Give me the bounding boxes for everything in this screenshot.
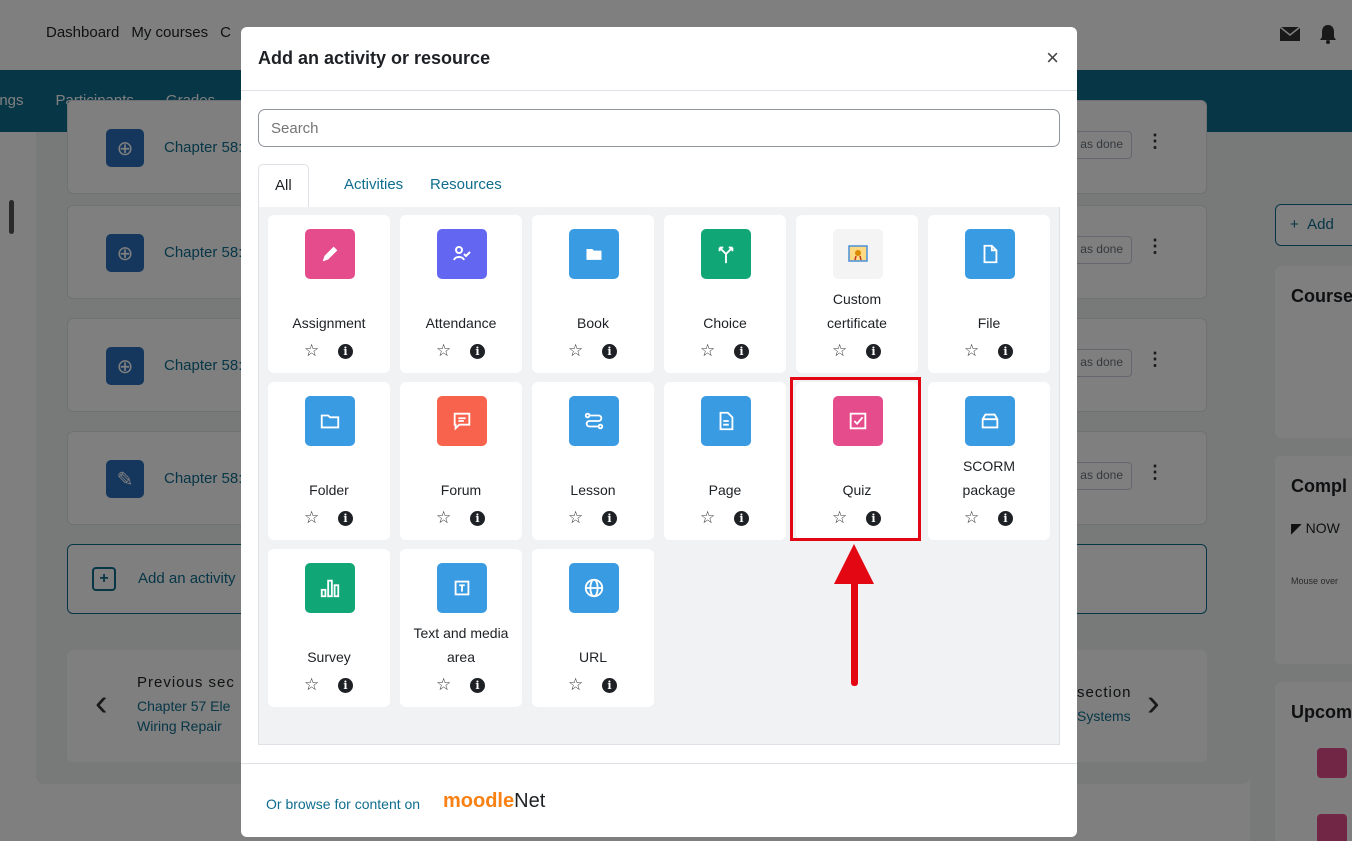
activity-card-choice[interactable]: Choice ☆ i <box>664 215 786 373</box>
info-icon[interactable]: i <box>470 344 485 359</box>
info-icon[interactable]: i <box>338 678 353 693</box>
info-icon[interactable]: i <box>602 678 617 693</box>
moodlenet-logo-net: Net <box>514 790 546 812</box>
activity-card-assignment[interactable]: Assignment ☆ i <box>268 215 390 373</box>
book-icon <box>569 229 619 279</box>
star-icon[interactable]: ☆ <box>436 508 451 528</box>
activity-name: Lesson <box>570 482 616 498</box>
activity-chooser-modal: Add an activity or resource × All Activi… <box>241 27 1077 837</box>
info-icon[interactable]: i <box>338 511 353 526</box>
certificate-icon <box>833 229 883 279</box>
modal-footer: Or browse for content on moodleNet <box>241 763 1077 837</box>
close-icon[interactable]: × <box>1046 45 1059 71</box>
choice-icon <box>701 229 751 279</box>
activity-name: Choice <box>703 315 747 331</box>
moodlenet-logo-moodle: moodle <box>443 790 515 812</box>
activity-card-file[interactable]: File ☆ i <box>928 215 1050 373</box>
info-icon[interactable]: i <box>602 511 617 526</box>
attendance-icon <box>437 229 487 279</box>
star-icon[interactable]: ☆ <box>700 508 715 528</box>
tab-all[interactable]: All <box>258 164 309 208</box>
info-icon[interactable]: i <box>470 511 485 526</box>
activity-card-survey[interactable]: Survey ☆ i <box>268 549 390 707</box>
page-icon <box>701 396 751 446</box>
info-icon[interactable]: i <box>998 344 1013 359</box>
info-icon[interactable]: i <box>998 511 1013 526</box>
file-icon <box>965 229 1015 279</box>
activity-name: Custom certificate <box>827 291 887 331</box>
survey-icon <box>305 563 355 613</box>
star-icon[interactable]: ☆ <box>568 508 583 528</box>
activity-card-url[interactable]: URL ☆ i <box>532 549 654 707</box>
forum-icon <box>437 396 487 446</box>
activity-name: Book <box>577 315 609 331</box>
info-icon[interactable]: i <box>866 344 881 359</box>
activity-card-custom-certificate[interactable]: Custom certificate ☆ i <box>796 215 918 373</box>
browse-moodlenet-link[interactable]: Or browse for content on <box>266 796 420 812</box>
tab-resources[interactable]: Resources <box>414 164 518 208</box>
info-icon[interactable]: i <box>734 511 749 526</box>
star-icon[interactable]: ☆ <box>436 675 451 695</box>
activity-name: Survey <box>307 649 351 665</box>
search-input[interactable] <box>258 109 1060 147</box>
quiz-highlight-box <box>790 377 921 541</box>
activity-grid: Assignment ☆ i Attendance ☆ i Book ☆ i C… <box>258 207 1060 745</box>
star-icon[interactable]: ☆ <box>964 508 979 528</box>
star-icon[interactable]: ☆ <box>304 508 319 528</box>
chooser-tabs: All Activities Resources <box>258 164 1060 208</box>
text-media-icon <box>437 563 487 613</box>
activity-name: Page <box>708 482 742 498</box>
activity-name: Text and media area <box>413 625 509 665</box>
activity-card-attendance[interactable]: Attendance ☆ i <box>400 215 522 373</box>
star-icon[interactable]: ☆ <box>700 341 715 361</box>
scorm-icon <box>965 396 1015 446</box>
info-icon[interactable]: i <box>470 678 485 693</box>
star-icon[interactable]: ☆ <box>304 675 319 695</box>
activity-card-scorm[interactable]: SCORM package ☆ i <box>928 382 1050 540</box>
activity-card-forum[interactable]: Forum ☆ i <box>400 382 522 540</box>
pencil-icon <box>305 229 355 279</box>
star-icon[interactable]: ☆ <box>964 341 979 361</box>
activity-name: File <box>977 315 1001 331</box>
activity-name: Forum <box>440 482 482 498</box>
star-icon[interactable]: ☆ <box>568 341 583 361</box>
info-icon[interactable]: i <box>338 344 353 359</box>
activity-name: Attendance <box>425 315 497 331</box>
info-icon[interactable]: i <box>602 344 617 359</box>
activity-card-folder[interactable]: Folder ☆ i <box>268 382 390 540</box>
star-icon[interactable]: ☆ <box>436 341 451 361</box>
activity-card-lesson[interactable]: Lesson ☆ i <box>532 382 654 540</box>
star-icon[interactable]: ☆ <box>304 341 319 361</box>
star-icon[interactable]: ☆ <box>832 341 847 361</box>
activity-card-book[interactable]: Book ☆ i <box>532 215 654 373</box>
activity-card-page[interactable]: Page ☆ i <box>664 382 786 540</box>
activity-card-text-media[interactable]: Text and media area ☆ i <box>400 549 522 707</box>
modal-header: Add an activity or resource × <box>241 27 1077 91</box>
red-arrow-shaft <box>851 580 858 686</box>
modal-title: Add an activity or resource <box>258 48 491 68</box>
lesson-icon <box>569 396 619 446</box>
url-icon <box>569 563 619 613</box>
activity-name: Folder <box>309 482 349 498</box>
info-icon[interactable]: i <box>734 344 749 359</box>
tab-activities[interactable]: Activities <box>328 164 419 208</box>
activity-name: SCORM package <box>962 458 1016 498</box>
red-arrow-head <box>834 544 874 584</box>
activity-name: URL <box>578 649 607 665</box>
folder-icon <box>305 396 355 446</box>
moodlenet-logo[interactable]: moodleNet <box>443 790 545 813</box>
activity-name: Assignment <box>292 315 366 331</box>
star-icon[interactable]: ☆ <box>568 675 583 695</box>
